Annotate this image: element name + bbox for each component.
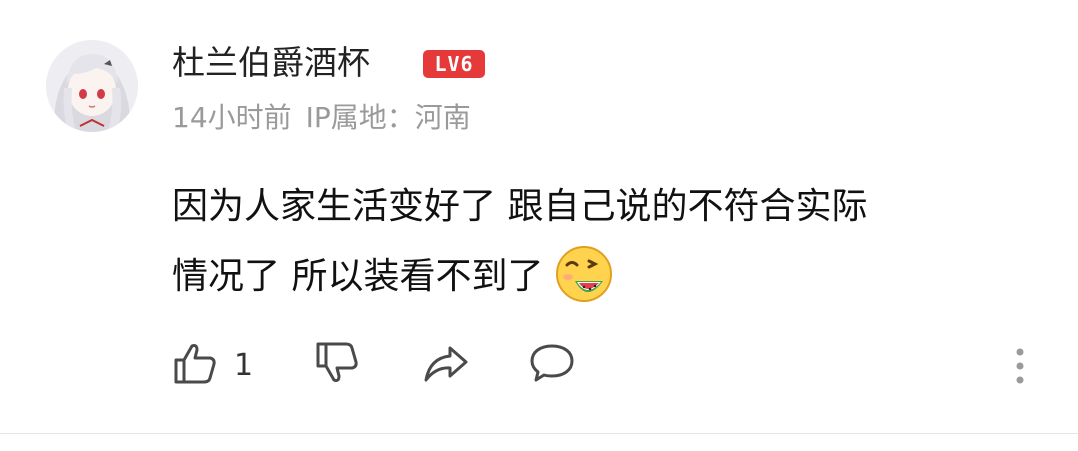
comment-body: 因为人家生活变好了 跟自己说的不符合实际 情况了 所以装看不到了 <box>172 172 1052 312</box>
comment-text-line-2-text: 情况了 所以装看不到了 <box>172 256 544 297</box>
comment-text-line-1: 因为人家生活变好了 跟自己说的不符合实际 <box>172 186 868 227</box>
thumbs-up-icon <box>172 340 218 390</box>
more-icon <box>1008 348 1032 392</box>
thumbs-down-icon <box>314 340 360 390</box>
divider <box>0 433 1078 434</box>
more-options-button[interactable] <box>1008 344 1032 388</box>
username[interactable]: 杜兰伯爵酒杯 <box>172 40 370 86</box>
like-button[interactable]: 1 <box>172 340 253 390</box>
ip-location: IP属地：河南 <box>305 101 471 134</box>
share-button[interactable] <box>422 340 470 390</box>
dislike-button[interactable] <box>314 340 360 390</box>
like-count: 1 <box>234 347 254 383</box>
comment-text-line-2: 情况了 所以装看不到了 <box>172 242 1052 312</box>
comment-card: 杜兰伯爵酒杯 LV6 14小时前 IP属地：河南 因为人家生活变好了 跟自己说的不… <box>0 0 1078 451</box>
comment-time: 14小时前 <box>172 101 292 134</box>
share-icon <box>422 340 470 390</box>
comment-meta: 14小时前 IP属地：河南 <box>172 98 485 138</box>
avatar[interactable] <box>46 40 138 132</box>
eating-watermelon-emoji-icon <box>553 243 615 305</box>
level-badge: LV6 <box>423 50 485 78</box>
reply-button[interactable] <box>528 340 576 390</box>
comment-icon <box>528 340 576 390</box>
